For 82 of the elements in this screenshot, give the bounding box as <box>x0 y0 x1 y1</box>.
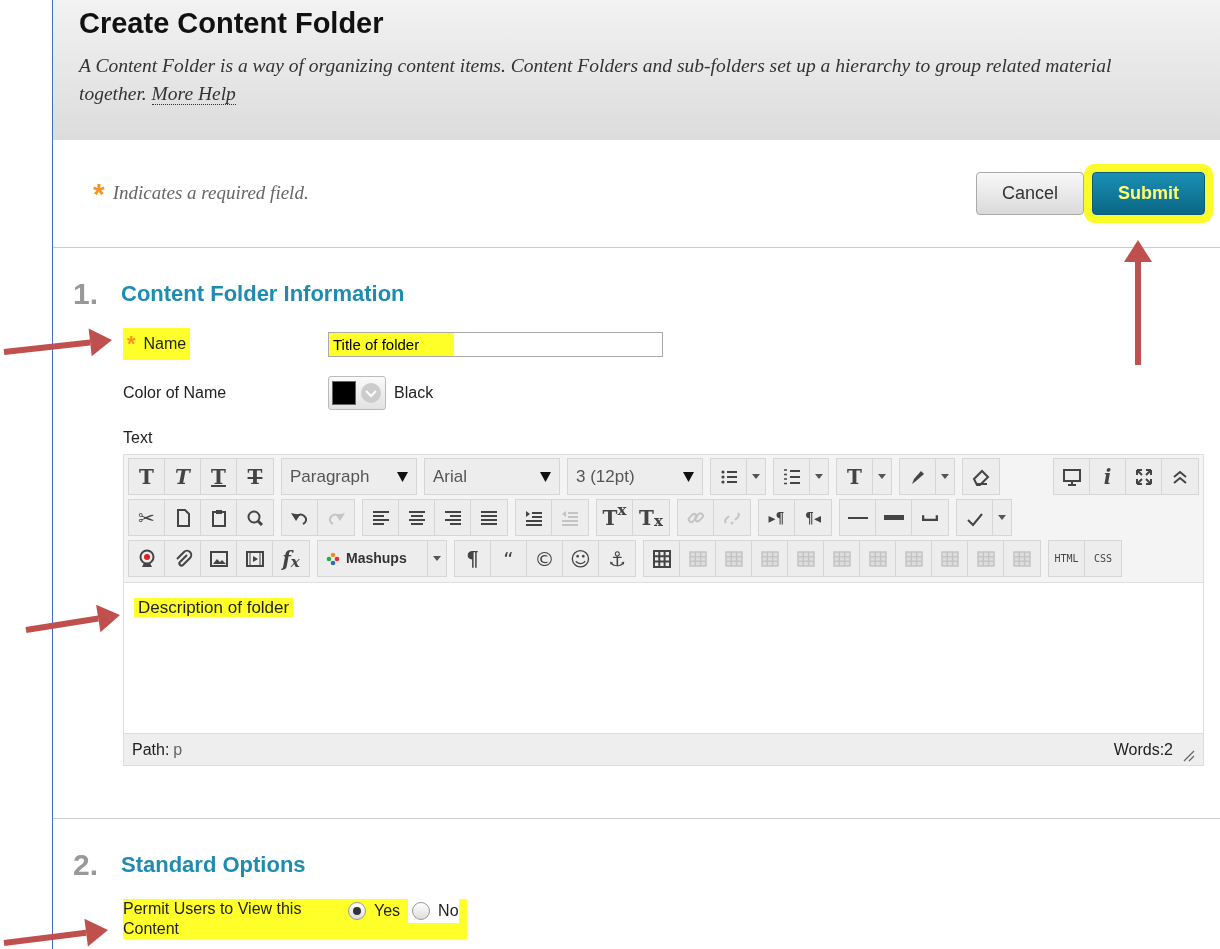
table-option-icon <box>939 548 960 569</box>
caret-icon <box>397 471 408 482</box>
required-marker: * <box>127 333 136 355</box>
table-option-icon <box>1012 548 1032 569</box>
field-label: Text <box>123 428 154 448</box>
table-option-icon <box>975 548 996 569</box>
required-note: Indicates a required field. <box>112 181 309 206</box>
caret-icon <box>752 474 760 479</box>
cut-button[interactable]: ✂ <box>129 500 165 535</box>
space-icon <box>922 514 938 521</box>
section-number: 1. <box>73 276 100 312</box>
table-icon <box>651 548 672 569</box>
toolbar-select[interactable]: 3 (12pt) <box>568 459 702 494</box>
select-value: Arial <box>433 465 467 488</box>
fullscreen-icon <box>1133 466 1154 487</box>
thin-rule-icon <box>847 516 868 519</box>
help-link[interactable]: More Help <box>151 83 236 105</box>
path-value: p <box>173 739 183 760</box>
caret-icon <box>941 474 949 479</box>
table-option-icon <box>831 548 852 569</box>
caret-icon <box>998 515 1006 520</box>
quote-button[interactable]: “ <box>491 541 527 576</box>
caret-icon <box>815 474 823 479</box>
option-label: Yes <box>374 901 401 921</box>
table-option-icon <box>795 548 816 569</box>
superscript-button[interactable]: T$^{x}$ <box>597 500 633 535</box>
required-marker: * <box>93 178 105 209</box>
monitor-icon <box>1061 466 1082 487</box>
name-input[interactable]: Title of folder <box>328 331 663 357</box>
strikethrough-button[interactable]: T <box>237 459 273 494</box>
anchor-button[interactable]: ⚓ <box>599 541 635 576</box>
select-value: 3 (12pt) <box>576 465 635 488</box>
italic-button[interactable]: T <box>165 459 201 494</box>
paragraph-mark-button[interactable]: ¶ <box>455 541 491 576</box>
editor-content: Description of folder <box>134 598 294 617</box>
section-title: Content Folder Information <box>121 280 405 308</box>
path-label: Path: <box>132 739 170 760</box>
rtl-button[interactable]: ¶◂ <box>795 500 831 535</box>
table-option-icon <box>759 548 780 569</box>
select-value: Paragraph <box>290 465 370 488</box>
caret-icon <box>540 471 551 482</box>
css-button[interactable]: CSS <box>1085 541 1121 576</box>
numbered-list-icon <box>781 466 802 487</box>
section-title: Standard Options <box>121 851 306 879</box>
dots-icon <box>326 551 340 566</box>
page-description: A Content Folder is a way of organizing content items. Content Folders and sub-folders set up a hierarchy to group related material together. More Help <box>79 54 1113 107</box>
text-color-button[interactable]: T <box>837 459 873 494</box>
chevron-down-icon <box>360 382 382 404</box>
caret-icon <box>433 556 441 561</box>
info-button[interactable]: i <box>1090 459 1126 494</box>
bold-button[interactable]: T <box>129 459 165 494</box>
underline-button[interactable]: T <box>201 459 237 494</box>
color-value: Black <box>394 383 434 403</box>
table-option-icon <box>723 548 744 569</box>
html-button[interactable]: HTML <box>1049 541 1085 576</box>
thick-rule-icon <box>883 515 904 520</box>
subscript-button[interactable]: T$_{x}$ <box>633 500 669 535</box>
video-icon <box>244 548 265 569</box>
field-label: Color of Name <box>123 383 228 403</box>
color-picker-button[interactable] <box>328 376 386 410</box>
option-label: No <box>438 901 459 921</box>
toolbar-select[interactable]: Paragraph <box>282 459 416 494</box>
image-icon <box>208 548 229 569</box>
formula-button[interactable]: f$_{x}$ <box>273 541 309 576</box>
caret-icon <box>878 474 886 479</box>
word-count: Words:2 <box>1113 739 1173 760</box>
table-option-icon <box>867 548 888 569</box>
field-label-text: Name <box>143 334 187 354</box>
mashups-button[interactable]: Mashups <box>318 541 428 576</box>
copyright-button[interactable]: © <box>527 541 563 576</box>
table-option-icon <box>687 548 708 569</box>
toolbar-select[interactable]: Arial <box>425 459 559 494</box>
ltr-button[interactable]: ▸¶ <box>759 500 795 535</box>
table-option-icon <box>903 548 924 569</box>
page-title: Create Content Folder <box>79 6 385 41</box>
emoji-button[interactable]: ☺ <box>563 541 599 576</box>
radio-button[interactable] <box>348 902 366 920</box>
field-label: Permit Users to View this Content <box>123 899 303 939</box>
cancel-button[interactable]: Cancel <box>976 172 1084 215</box>
caret-icon <box>683 471 694 482</box>
section-number: 2. <box>73 847 100 883</box>
radio-button[interactable] <box>412 902 431 920</box>
